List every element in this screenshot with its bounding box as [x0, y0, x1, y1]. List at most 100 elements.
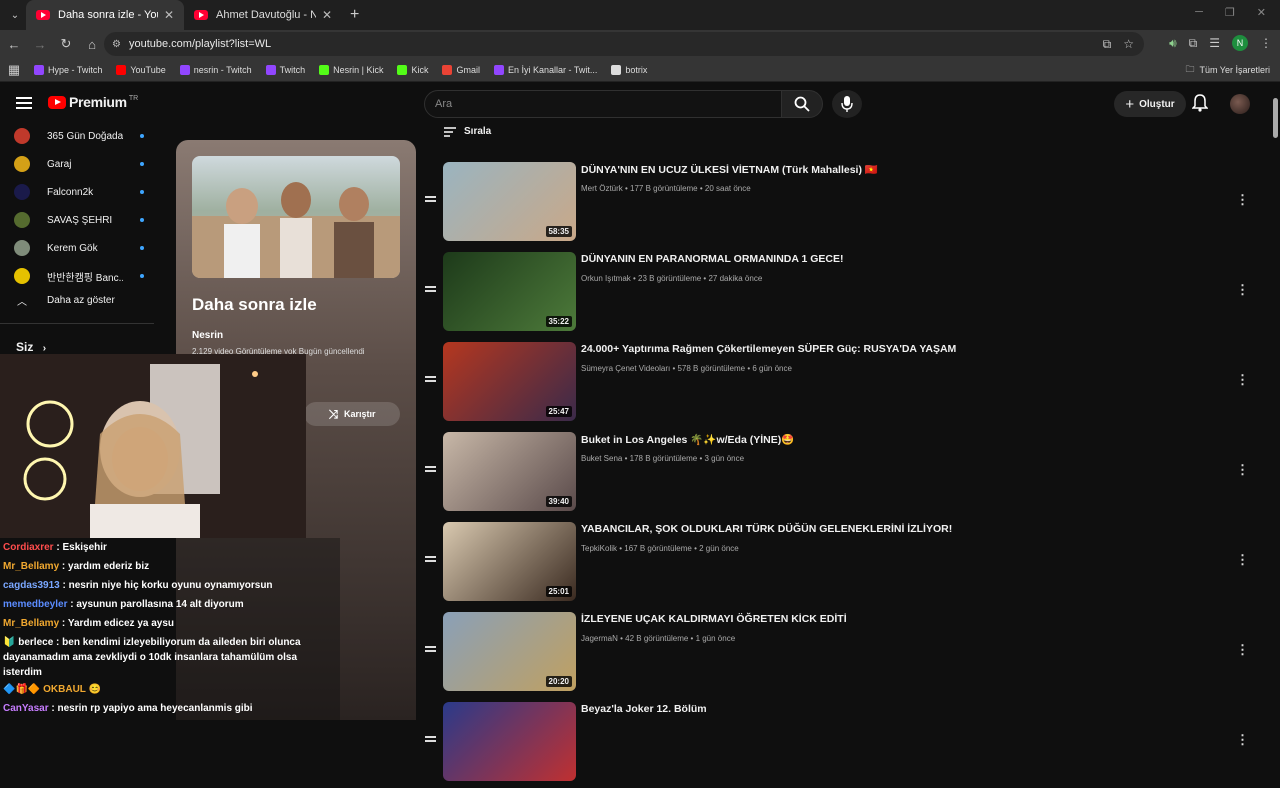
more-actions-icon[interactable]: ⋮ — [1236, 282, 1249, 298]
restore-icon[interactable]: ❐ — [1225, 6, 1235, 19]
hamburger-menu-icon[interactable] — [16, 97, 32, 109]
show-less-button[interactable]: ︿ Daha az göster — [14, 286, 115, 314]
bookmark-item[interactable]: YouTube — [116, 64, 166, 75]
video-title[interactable]: YABANCILAR, ŞOK OLDUKLARI TÜRK DÜĞÜN GEL… — [581, 523, 952, 535]
forward-icon[interactable]: → — [28, 37, 52, 52]
home-icon[interactable]: ⌂ — [80, 37, 104, 52]
chat-username[interactable]: Mr_Bellamy — [3, 618, 59, 629]
install-app-icon[interactable]: ⧉ — [1103, 37, 1112, 52]
video-thumbnail[interactable]: 20:20 — [443, 612, 576, 691]
sidebar-subscription-item[interactable]: Kerem Gök — [14, 234, 144, 262]
video-thumbnail[interactable]: 58:35 — [443, 162, 576, 241]
bookmark-item[interactable]: botrix — [611, 64, 647, 75]
youtube-premium-logo[interactable]: Premium TR — [48, 94, 138, 110]
chat-username[interactable]: CanYasar — [3, 703, 49, 714]
channel-name[interactable]: Buket Sena — [581, 454, 622, 463]
video-thumbnail[interactable]: 25:47 — [443, 342, 576, 421]
page-scrollbar[interactable] — [1270, 82, 1280, 720]
video-thumbnail[interactable]: 39:40 — [443, 432, 576, 511]
playlist-video-row[interactable]: 25:47 24.000+ Yaptırıma Rağmen Çökertilem… — [420, 338, 1260, 428]
drag-handle-icon[interactable] — [425, 196, 436, 202]
apps-grid-icon[interactable]: ▦ — [2, 62, 26, 78]
more-actions-icon[interactable]: ⋮ — [1236, 372, 1249, 388]
back-icon[interactable]: ← — [2, 37, 26, 52]
chat-username[interactable]: Mr_Bellamy — [3, 561, 59, 572]
video-title[interactable]: DÜNYANIN EN PARANORMAL ORMANINDA 1 GECE! — [581, 253, 844, 265]
playlist-video-row[interactable]: 35:22 DÜNYANIN EN PARANORMAL ORMANINDA 1 … — [420, 248, 1260, 338]
sidebar-subscription-item[interactable]: Garaj — [14, 150, 144, 178]
bookmark-item[interactable]: Hype - Twitch — [34, 64, 102, 75]
profile-avatar[interactable]: N — [1232, 35, 1248, 51]
channel-name[interactable]: Sümeyra Çenet Videoları — [581, 364, 670, 373]
bookmark-item[interactable]: nesrin - Twitch — [179, 64, 252, 75]
search-input[interactable]: Ara — [424, 90, 782, 118]
shuffle-button[interactable]: ⤨ Karıştır — [304, 402, 400, 426]
more-actions-icon[interactable]: ⋮ — [1236, 192, 1249, 208]
bookmark-item[interactable]: En İyi Kanallar - Twit... — [494, 64, 597, 75]
sidebar-subscription-item[interactable]: SAVAŞ ŞEHRİ — [14, 206, 144, 234]
drag-handle-icon[interactable] — [425, 286, 436, 292]
playlist-owner[interactable]: Nesrin — [192, 330, 223, 341]
bookmark-item[interactable]: Twitch — [265, 64, 305, 75]
drag-handle-icon[interactable] — [425, 376, 436, 382]
playlist-video-row[interactable]: Beyaz'la Joker 12. Bölüm ⋮ — [420, 698, 1260, 788]
minimize-icon[interactable]: ─ — [1195, 6, 1203, 19]
account-avatar[interactable] — [1230, 94, 1250, 114]
video-title[interactable]: Beyaz'la Joker 12. Bölüm — [581, 703, 707, 715]
playlist-thumbnail[interactable] — [192, 156, 400, 278]
channel-name[interactable]: Mert Öztürk — [581, 184, 623, 193]
tab-ahmet-davutoglu[interactable]: Ahmet Davutoğlu - Nevşehir - ✕ — [184, 0, 342, 30]
channel-name[interactable]: Orkun Işıtmak — [581, 274, 631, 283]
sidebar-subscription-item[interactable]: Falconn2k — [14, 178, 144, 206]
voice-search-button[interactable] — [832, 90, 862, 118]
site-info-icon[interactable]: ⚙ — [112, 39, 121, 50]
chat-username[interactable]: 🔷🎁🔶 OKBAUL 😊 — [3, 684, 101, 695]
notifications-button[interactable] — [1191, 94, 1209, 117]
bookmark-item[interactable]: Nesrin | Kick — [319, 64, 383, 75]
bookmark-item[interactable]: Gmail — [442, 64, 480, 75]
drag-handle-icon[interactable] — [425, 556, 436, 562]
video-title[interactable]: 24.000+ Yaptırıma Rağmen Çökertilemeyen … — [581, 343, 956, 355]
close-tab-icon[interactable]: ✕ — [164, 8, 174, 22]
close-tab-icon[interactable]: ✕ — [322, 8, 332, 22]
video-title[interactable]: Buket in Los Angeles 🌴✨w/Eda (YİNE)🤩 — [581, 433, 794, 446]
create-button[interactable]: + Oluştur — [1114, 91, 1186, 117]
browser-menu-icon[interactable]: ⋮ — [1260, 36, 1272, 50]
media-queue-icon[interactable]: ☰ — [1209, 36, 1220, 50]
tab-watch-later[interactable]: Daha sonra izle - YouTube ✕ — [26, 0, 184, 30]
video-thumbnail[interactable]: 25:01 — [443, 522, 576, 601]
close-window-icon[interactable]: ✕ — [1257, 6, 1266, 19]
bookmark-star-icon[interactable]: ☆ — [1123, 37, 1134, 52]
reload-icon[interactable]: ↻ — [54, 36, 78, 52]
chat-username[interactable]: memedbeyler — [3, 599, 67, 610]
channel-name[interactable]: TepkiKolik — [581, 544, 617, 553]
drag-handle-icon[interactable] — [425, 646, 436, 652]
playlist-video-row[interactable]: 25:01 YABANCILAR, ŞOK OLDUKLARI TÜRK DÜĞÜ… — [420, 518, 1260, 608]
chat-username[interactable]: 🔰 berlece — [3, 637, 53, 648]
search-button[interactable] — [781, 90, 823, 118]
address-bar[interactable]: ⚙ youtube.com/playlist?list=WL ⧉ ☆ — [104, 32, 1144, 56]
video-title[interactable]: DÜNYA'NIN EN UCUZ ÜLKESİ VİETNAM (Türk M… — [581, 163, 878, 176]
scrollbar-thumb[interactable] — [1273, 98, 1278, 138]
video-title[interactable]: İZLEYENE UÇAK KALDIRMAYI ÖĞRETEN KİCK ED… — [581, 613, 847, 625]
chat-username[interactable]: cagdas3913 — [3, 580, 60, 591]
tab-search-chevron-icon[interactable]: ⌄ — [4, 4, 26, 26]
more-actions-icon[interactable]: ⋮ — [1236, 642, 1249, 658]
bookmark-item[interactable]: Kick — [397, 64, 428, 75]
you-section-header[interactable]: Siz › — [16, 340, 46, 354]
more-actions-icon[interactable]: ⋮ — [1236, 552, 1249, 568]
playlist-video-row[interactable]: 58:35 DÜNYA'NIN EN UCUZ ÜLKESİ VİETNAM (T… — [420, 158, 1260, 248]
audio-playing-icon[interactable]: 🔊︎ — [1169, 36, 1177, 51]
more-actions-icon[interactable]: ⋮ — [1236, 732, 1249, 748]
drag-handle-icon[interactable] — [425, 736, 436, 742]
sidebar-subscription-item[interactable]: 365 Gün Doğada... — [14, 122, 144, 150]
extensions-icon[interactable]: ⧉ — [1189, 36, 1198, 51]
all-bookmarks-folder[interactable]: 🗀 Tüm Yer İşaretleri — [1185, 62, 1270, 78]
new-tab-icon[interactable]: + — [350, 6, 359, 24]
sort-button[interactable]: Sırala — [444, 126, 491, 137]
more-actions-icon[interactable]: ⋮ — [1236, 462, 1249, 478]
video-thumbnail[interactable] — [443, 702, 576, 781]
video-thumbnail[interactable]: 35:22 — [443, 252, 576, 331]
drag-handle-icon[interactable] — [425, 466, 436, 472]
channel-name[interactable]: JagermaN — [581, 634, 618, 643]
